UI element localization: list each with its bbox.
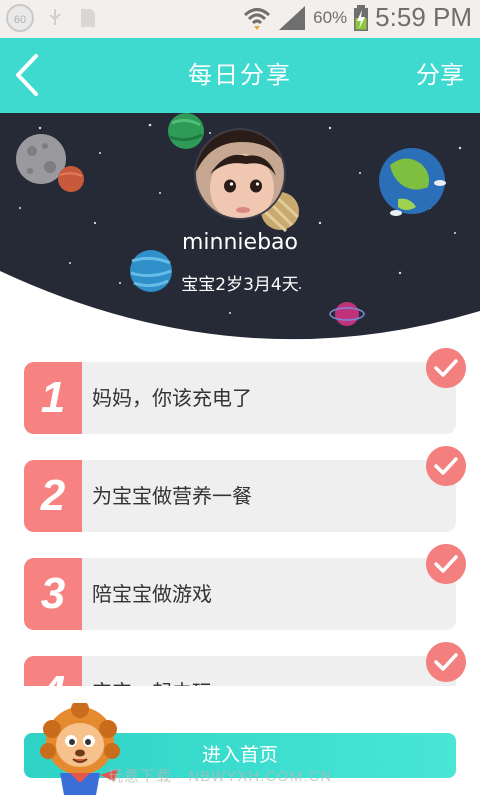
task-item[interactable]: 2 为宝宝做营养一餐	[24, 446, 466, 532]
baby-photo	[196, 130, 284, 218]
status-bar: 60 60% 5:59 PM	[0, 0, 480, 38]
username: minniebao	[182, 230, 298, 255]
watermark: 玩意下载 · NBWYXH.COM.CN	[108, 768, 333, 785]
share-button[interactable]: 分享	[416, 38, 464, 113]
task-number: 2	[24, 460, 82, 532]
checkmark-icon[interactable]	[426, 348, 466, 388]
task-item[interactable]: 3 陪宝宝做游戏	[24, 544, 466, 630]
wifi-icon	[244, 7, 271, 30]
task-text: 为宝宝做营养一餐	[92, 484, 252, 508]
task-number: 1	[24, 362, 82, 434]
task-number: 4	[24, 656, 82, 686]
page-title: 每日分享	[188, 61, 292, 89]
task-item[interactable]: 4 宝宝一起去玩	[24, 642, 466, 686]
checkmark-icon[interactable]	[426, 642, 466, 682]
clock: 5:59 PM	[375, 2, 472, 32]
battery-charging-icon	[354, 4, 369, 31]
battery-percent: 60%	[313, 7, 348, 27]
header-bar: 每日分享 分享	[0, 38, 480, 113]
sd-card-icon	[81, 9, 95, 27]
checkmark-icon[interactable]	[426, 446, 466, 486]
profile-hero: minniebao 宝宝2岁3月4天	[0, 113, 480, 348]
avatar[interactable]	[194, 128, 286, 220]
baby-age: 宝宝2岁3月4天	[181, 275, 299, 295]
task-text: 妈妈，你该充电了	[92, 386, 252, 410]
task-number: 3	[24, 558, 82, 630]
task-text: 陪宝宝做游戏	[92, 582, 212, 606]
task-list: 1 妈妈，你该充电了 2 为宝宝做营养一餐 3 陪宝宝做游戏 4 宝宝一起去玩	[0, 346, 480, 686]
notification-badge: 60	[6, 4, 34, 32]
signal-icon	[279, 5, 306, 30]
checkmark-icon[interactable]	[426, 544, 466, 584]
usb-icon	[49, 9, 61, 25]
task-text: 宝宝一起去玩	[92, 656, 212, 686]
task-item[interactable]: 1 妈妈，你该充电了	[24, 348, 466, 434]
